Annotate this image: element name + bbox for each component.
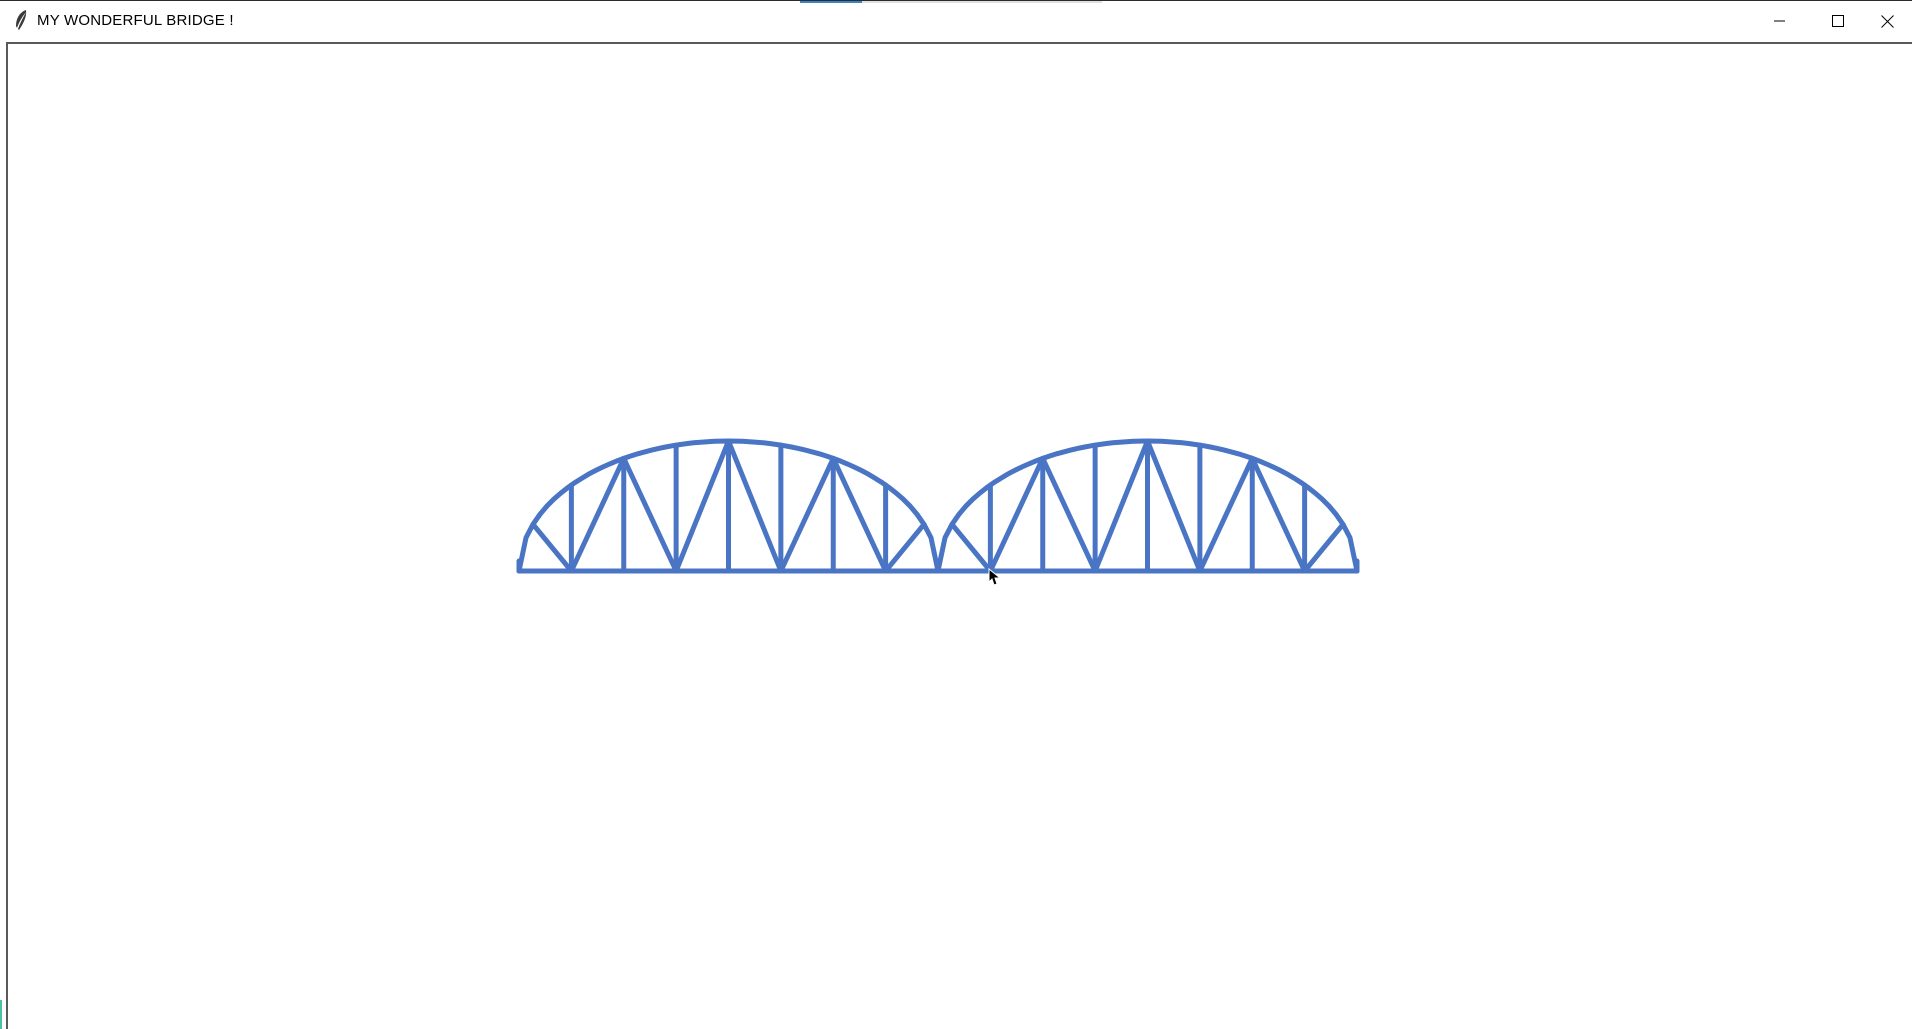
truss-diagonal [726, 438, 784, 574]
truss-diagonal [949, 521, 993, 574]
truss-diagonal [883, 521, 927, 574]
truss-diagonal [1302, 521, 1346, 574]
truss-diagonal [830, 455, 889, 574]
truss-diagonal [621, 455, 679, 574]
truss-diagonal [673, 438, 731, 574]
truss-diagonal [1092, 438, 1150, 574]
truss-diagonal [1040, 455, 1098, 574]
truss-diagonal [568, 455, 627, 574]
mouse-pointer-icon [988, 567, 1002, 591]
truss-diagonal [1249, 455, 1308, 574]
truss-diagonal [1197, 455, 1255, 574]
truss-diagonal [778, 455, 836, 574]
bridge-drawing [516, 438, 1360, 574]
truss-diagonal [1145, 438, 1203, 574]
truss-diagonal [987, 455, 1046, 574]
truss-diagonal [530, 521, 574, 574]
